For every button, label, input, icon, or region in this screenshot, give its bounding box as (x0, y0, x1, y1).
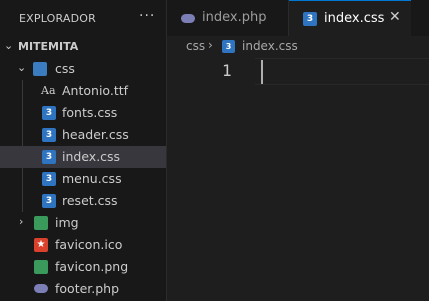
tree-item-antonio-ttf[interactable]: Aa Antonio.ttf (0, 80, 166, 102)
breadcrumb-folder[interactable]: css (186, 39, 205, 53)
project-folder-label: MITEMITA (18, 40, 79, 53)
tree-item-label: favicon.ico (55, 237, 123, 252)
tree-item-label: reset.css (62, 193, 118, 208)
chevron-right-icon: › (208, 38, 213, 52)
folder-img-icon (34, 216, 48, 230)
font-file-icon: Aa (41, 84, 56, 97)
php-file-icon (181, 14, 195, 23)
vscode-window: EXPLORADOR ··· ⌄ MITEMITA ⌄ css Aa Anton… (0, 0, 429, 301)
explorer-title: EXPLORADOR (19, 12, 97, 25)
css-file-icon: 3 (42, 172, 56, 186)
css-file-icon: 3 (42, 194, 56, 208)
tree-folder-img[interactable]: › img (0, 212, 166, 234)
css-file-icon: 3 (42, 150, 56, 164)
tab-index-php[interactable]: index.php (167, 0, 289, 36)
php-file-icon (34, 284, 48, 293)
line-number: 1 (222, 61, 232, 80)
close-icon[interactable]: ✕ (389, 9, 401, 25)
tree-item-label: header.css (62, 127, 129, 142)
chevron-down-icon: ⌄ (4, 39, 14, 52)
tree-item-menu-css[interactable]: 3 menu.css (0, 168, 166, 190)
favicon-icon: ★ (34, 238, 48, 252)
css-file-icon: 3 (42, 128, 56, 142)
tree-item-label: css (55, 61, 75, 76)
image-file-icon (34, 260, 48, 274)
editor-tab-bar: index.php 3 index.css ✕ (167, 0, 429, 36)
current-line-highlight (255, 58, 429, 85)
tree-folder-css[interactable]: ⌄ css (0, 58, 166, 80)
tree-item-reset-css[interactable]: 3 reset.css (0, 190, 166, 212)
css-file-icon: 3 (42, 106, 56, 120)
tree-item-label: favicon.png (55, 259, 129, 274)
tree-item-favicon-png[interactable]: favicon.png (0, 256, 166, 278)
tree-item-footer-php[interactable]: footer.php (0, 278, 166, 300)
tree-item-favicon-ico[interactable]: ★ favicon.ico (0, 234, 166, 256)
tab-label: index.css (324, 11, 385, 26)
folder-css-icon (33, 62, 47, 76)
tree-item-index-css[interactable]: 3 index.css (0, 146, 166, 168)
tree-item-label: index.css (62, 149, 121, 164)
tree-item-label: img (55, 215, 79, 230)
chevron-down-icon: ⌄ (17, 61, 27, 74)
ellipsis-icon[interactable]: ··· (139, 8, 155, 24)
chevron-right-icon: › (19, 215, 24, 228)
css-file-icon: 3 (303, 12, 317, 26)
tree-item-label: footer.php (55, 281, 120, 296)
breadcrumb: css › 3 index.css (167, 36, 429, 58)
css-file-icon: 3 (222, 40, 235, 53)
text-cursor (261, 60, 263, 84)
tree-item-label: Antonio.ttf (62, 83, 129, 98)
project-folder[interactable]: ⌄ MITEMITA (0, 36, 166, 58)
explorer-header: EXPLORADOR ··· (0, 0, 166, 36)
tab-label: index.php (202, 10, 267, 25)
tree-item-label: fonts.css (62, 105, 118, 120)
code-editor[interactable]: 1 (167, 58, 429, 301)
tree-item-label: menu.css (62, 171, 122, 186)
breadcrumb-file[interactable]: index.css (242, 39, 298, 53)
tree-item-header-css[interactable]: 3 header.css (0, 124, 166, 146)
explorer-sidebar: EXPLORADOR ··· ⌄ MITEMITA ⌄ css Aa Anton… (0, 0, 167, 301)
tree-item-fonts-css[interactable]: 3 fonts.css (0, 102, 166, 124)
tab-index-css[interactable]: 3 index.css ✕ (289, 0, 411, 36)
